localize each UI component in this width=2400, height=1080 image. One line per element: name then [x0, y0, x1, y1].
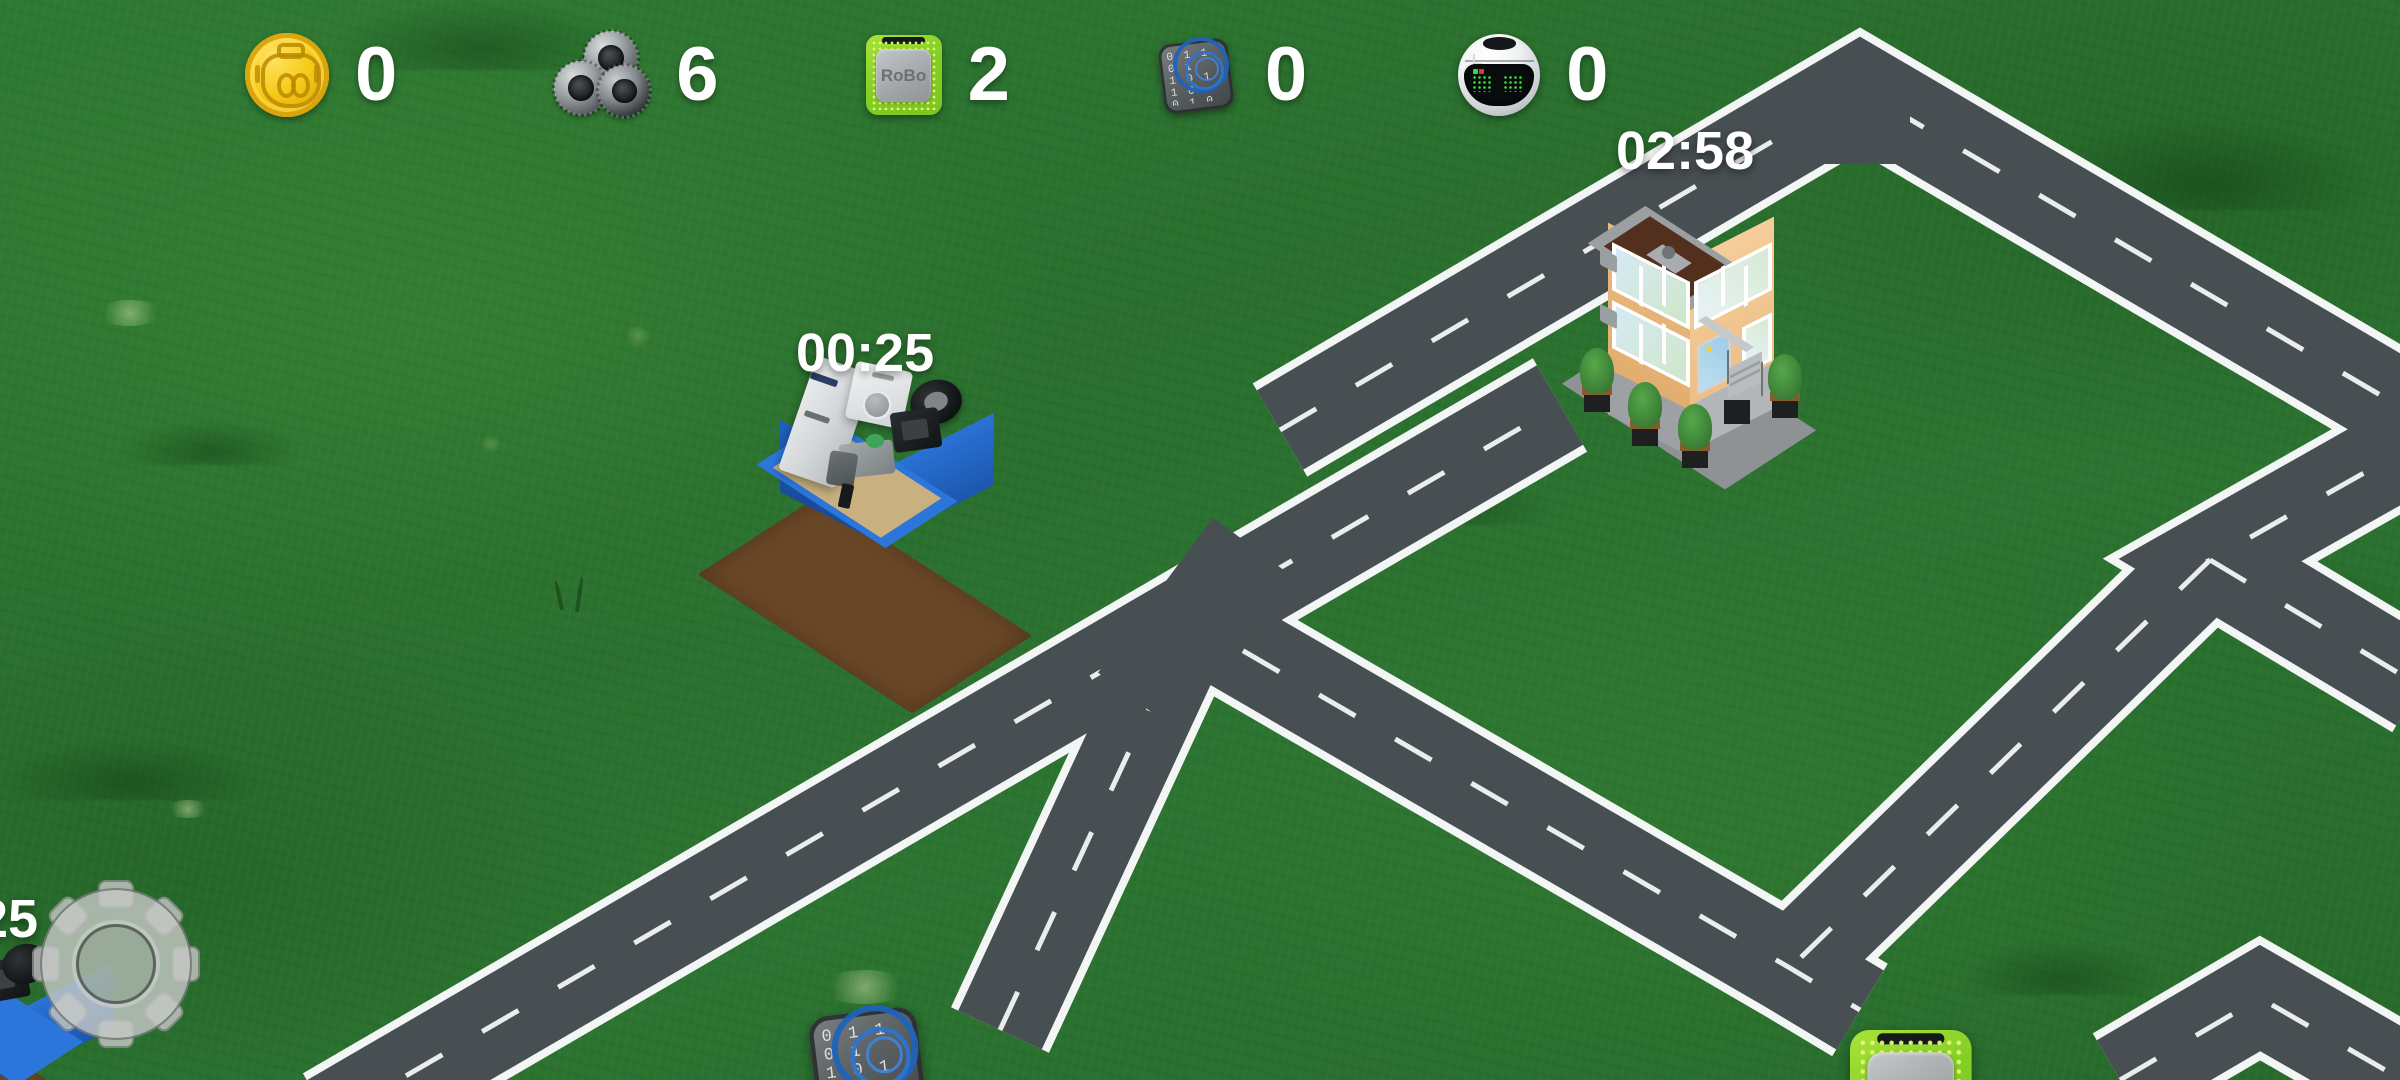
- robots-count: 0: [1566, 32, 1608, 117]
- scrapyard-object[interactable]: 00:25: [697, 323, 1120, 714]
- robo-chip-icon: RoBo: [1850, 1030, 1972, 1080]
- scrapyard-2-timer: 25: [0, 889, 39, 949]
- rooftop-vent: [1662, 246, 1675, 259]
- hud-resource-software[interactable]: 0 1 1 0 11 0 1 1 00 1 0 0 11 1 0 1 01 0 …: [1156, 32, 1307, 117]
- hud-resource-tires[interactable]: 6: [554, 31, 719, 119]
- resource-hud: 0 6 RoBo 2 0 1 1 0 1 1 0 1 1 0 0 1 0 0 0: [0, 0, 2400, 150]
- hud-resource-robots[interactable]: 0: [1458, 32, 1608, 117]
- chip-core: RoBo: [1867, 1053, 1955, 1080]
- robo-chip-icon: RoBo: [865, 35, 942, 115]
- binary-software-icon: 0 1 1 0 11 0 1 1 00 1 0 0 11 1 0 1 01 0 …: [1156, 35, 1239, 116]
- gear-center: [76, 924, 156, 1004]
- coins-count: 0: [355, 32, 397, 117]
- hud-resource-coins[interactable]: 0: [245, 32, 397, 117]
- coin-robot-icon: [245, 33, 329, 117]
- dumpster-body: [756, 355, 994, 549]
- chips-count: 2: [967, 32, 1010, 117]
- office-building-object[interactable]: 02:58: [1560, 121, 1890, 540]
- settings-gear-button[interactable]: [32, 880, 200, 1048]
- hud-resource-chips[interactable]: RoBo 2: [865, 32, 1010, 117]
- signal-ring-inner: [1194, 57, 1219, 81]
- robot-head-icon: [1458, 34, 1541, 116]
- chip-core: RoBo: [876, 49, 931, 103]
- chip-core-label: RoBo: [880, 65, 927, 85]
- tires-icon: [554, 31, 651, 119]
- software-count: 0: [1264, 32, 1307, 117]
- chip-pickup[interactable]: RoBo: [1850, 1030, 1990, 1080]
- tires-count: 6: [676, 32, 718, 117]
- game-viewport: 00:25 02:58 5 0 1 1 0 1 1 0 1 0 6 RoBo 2…: [0, 0, 2400, 1080]
- scrapyard-timer: 00:25: [796, 323, 935, 383]
- signal-ring-inner: [865, 1036, 903, 1074]
- software-pickup[interactable]: 0 1 1 0 11 0 1 1 00 1 0 0 11 1 0 1 01 0 …: [806, 1002, 970, 1080]
- road-network: [0, 0, 2400, 1080]
